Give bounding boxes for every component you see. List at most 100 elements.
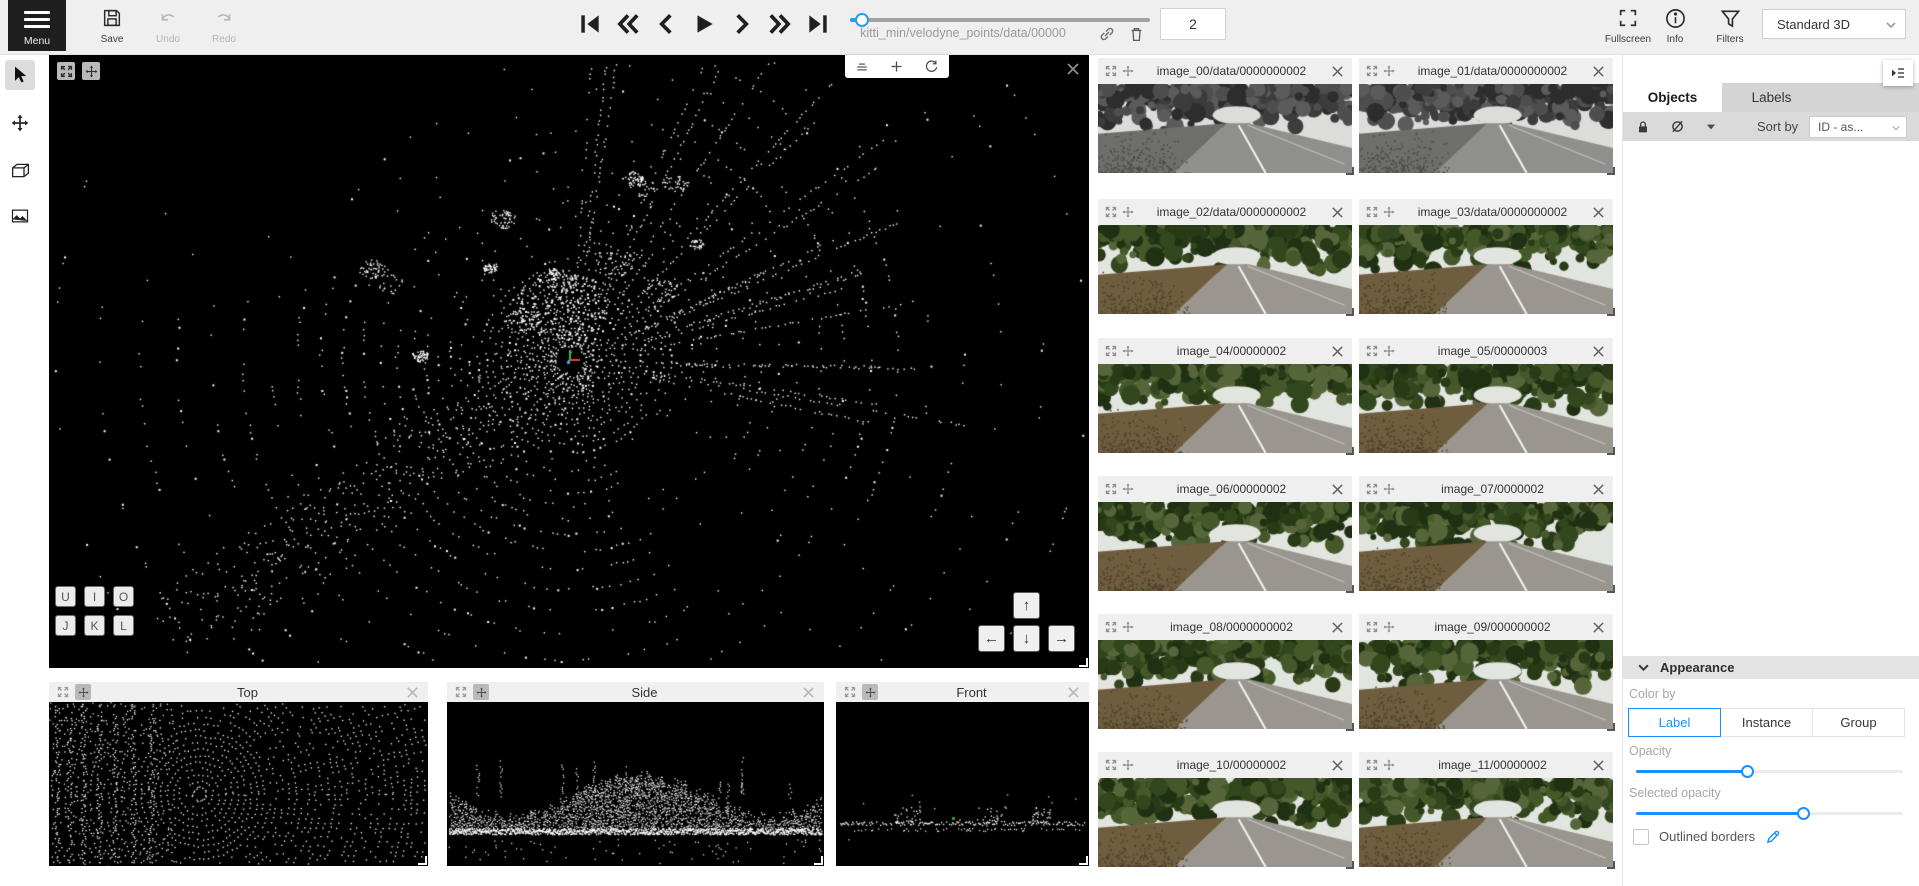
reset-view-icon[interactable] [919,57,945,77]
move-icon[interactable] [473,684,489,700]
appearance-section-header[interactable]: Appearance [1623,656,1919,679]
expand-icon[interactable] [455,686,467,698]
subview-front[interactable] [836,702,1089,866]
camera-image-thumbnail[interactable] [1359,84,1613,173]
fast-rewind-button[interactable] [613,9,643,39]
move-view-button[interactable] [82,62,100,80]
last-frame-button[interactable] [803,9,833,39]
close-icon[interactable] [1590,63,1606,79]
link-icon[interactable] [1098,25,1116,43]
close-icon[interactable] [1590,343,1606,359]
close-icon[interactable] [1329,757,1345,773]
camera-image-thumbnail[interactable] [1359,225,1613,314]
move-icon[interactable] [1383,483,1395,495]
menu-button[interactable]: Menu [8,0,66,51]
collapse-panel-button[interactable] [1883,60,1913,86]
expand-icon[interactable] [1366,206,1378,218]
move-icon[interactable] [1383,206,1395,218]
expand-icon[interactable] [1105,483,1117,495]
timeline-handle[interactable] [855,13,869,27]
view-mode-select[interactable]: Standard 3D [1762,9,1906,39]
resize-handle[interactable] [1607,308,1615,316]
move-icon[interactable] [1383,65,1395,77]
select-tool-button[interactable] [5,60,35,90]
prev-frame-button[interactable] [651,9,681,39]
close-icon[interactable] [1329,619,1345,635]
close-icon[interactable] [1329,343,1345,359]
hotkey-j-button[interactable]: J [55,615,76,636]
save-button[interactable]: Save [84,5,140,51]
close-icon[interactable] [1590,204,1606,220]
close-icon[interactable] [1590,481,1606,497]
expand-icon[interactable] [1366,483,1378,495]
subview-side[interactable] [447,702,824,866]
move-icon[interactable] [1122,759,1134,771]
resize-handle[interactable] [1346,167,1354,175]
play-button[interactable] [689,9,719,39]
move-icon[interactable] [1122,65,1134,77]
add-icon[interactable] [884,57,910,77]
expand-icon[interactable] [844,686,856,698]
hotkey-k-button[interactable]: K [84,615,105,636]
move-icon[interactable] [1122,483,1134,495]
camera-image-thumbnail[interactable] [1359,778,1613,867]
camera-image-thumbnail[interactable] [1359,640,1613,729]
expand-icon[interactable] [1366,345,1378,357]
subview-top[interactable] [49,702,428,866]
resize-handle[interactable] [1346,447,1354,455]
close-icon[interactable] [1590,757,1606,773]
pan-down-button[interactable]: ↓ [1013,625,1040,652]
image-tool-button[interactable] [5,201,35,231]
tab-objects[interactable]: Objects [1623,83,1722,112]
move-icon[interactable] [1122,345,1134,357]
expand-icon[interactable] [1105,65,1117,77]
hotkey-u-button[interactable]: U [55,586,76,607]
resize-handle[interactable] [418,856,427,865]
close-icon[interactable] [1590,619,1606,635]
resize-handle[interactable] [1607,723,1615,731]
expand-icon[interactable] [1105,621,1117,633]
camera-image-thumbnail[interactable] [1359,364,1613,453]
expand-icon[interactable] [1105,206,1117,218]
camera-image-thumbnail[interactable] [1098,778,1352,867]
close-icon[interactable] [1329,204,1345,220]
opacity-slider[interactable] [1636,764,1903,778]
move-icon[interactable] [1383,621,1395,633]
expand-icon[interactable] [1366,621,1378,633]
resize-handle[interactable] [814,856,823,865]
filters-button[interactable]: Filters [1702,5,1758,51]
expand-icon[interactable] [1366,759,1378,771]
pan-left-button[interactable]: ← [978,625,1005,652]
pan-up-button[interactable]: ↑ [1013,592,1040,619]
info-button[interactable]: Info [1652,5,1698,51]
selected-opacity-slider[interactable] [1636,806,1903,820]
resize-handle[interactable] [1607,447,1615,455]
move-icon[interactable] [1122,206,1134,218]
redo-button[interactable]: Redo [196,5,252,51]
frame-number-input[interactable] [1160,8,1226,40]
outlined-borders-checkbox[interactable] [1633,829,1649,845]
move-icon[interactable] [1383,759,1395,771]
color-by-label-option[interactable]: Label [1628,708,1721,737]
color-by-group-option[interactable]: Group [1813,708,1905,737]
move-icon[interactable] [1122,621,1134,633]
expand-icon[interactable] [1366,65,1378,77]
resize-handle[interactable] [1079,856,1088,865]
close-icon[interactable] [1065,684,1081,700]
lidar-3d-viewport[interactable] [49,55,1089,668]
undo-button[interactable]: Undo [140,5,196,51]
selected-opacity-slider-handle[interactable] [1797,807,1810,820]
color-by-instance-option[interactable]: Instance [1721,708,1813,737]
resize-handle[interactable] [1346,308,1354,316]
resize-handle[interactable] [1346,861,1354,869]
caret-down-icon[interactable] [1699,115,1723,139]
camera-image-thumbnail[interactable] [1098,502,1352,591]
camera-image-thumbnail[interactable] [1098,84,1352,173]
camera-image-thumbnail[interactable] [1098,225,1352,314]
cuboid-tool-button[interactable] [5,155,35,185]
next-frame-button[interactable] [727,9,757,39]
eyedropper-icon[interactable] [1765,828,1782,845]
resize-handle[interactable] [1346,723,1354,731]
hotkey-l-button[interactable]: L [113,615,134,636]
close-icon[interactable] [1329,63,1345,79]
